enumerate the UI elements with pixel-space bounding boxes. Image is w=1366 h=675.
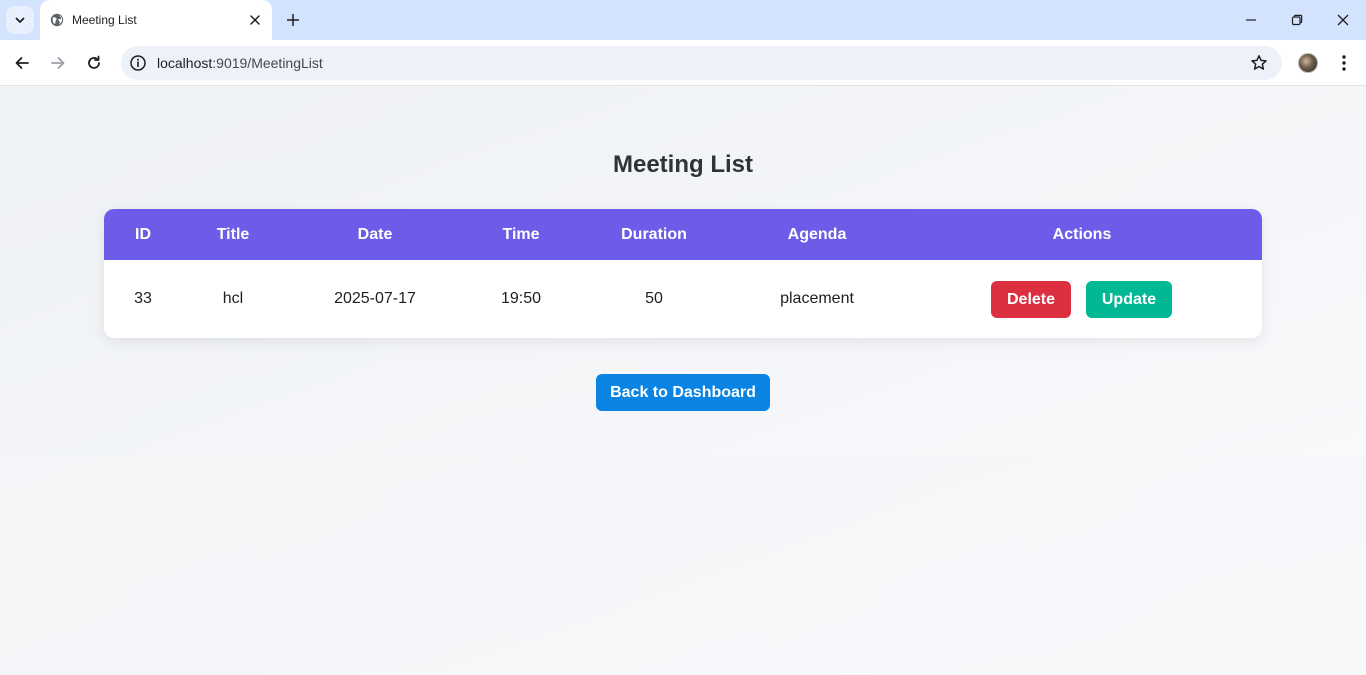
- column-header-time: Time: [502, 226, 540, 243]
- star-icon[interactable]: [1250, 54, 1268, 72]
- column-header-agenda: Agenda: [787, 226, 847, 243]
- page-title: Meeting List: [612, 151, 753, 178]
- browser-menu-button[interactable]: [1332, 51, 1356, 75]
- globe-icon: [50, 13, 64, 27]
- back-to-dashboard-button[interactable]: Back to Dashboard: [596, 374, 770, 411]
- plus-icon: [287, 14, 299, 26]
- new-tab-button[interactable]: [282, 9, 304, 31]
- reload-icon: [88, 55, 100, 69]
- address-bar[interactable]: localhost:9019/MeetingList: [121, 46, 1282, 80]
- cell-duration: 50: [645, 290, 663, 307]
- close-icon: [250, 15, 260, 25]
- profile-avatar[interactable]: [1298, 53, 1318, 73]
- column-header-duration: Duration: [621, 226, 687, 243]
- column-header-actions: Actions: [1052, 226, 1112, 243]
- url-path: :9019/MeetingList: [212, 55, 323, 71]
- minimize-icon: [1246, 19, 1256, 21]
- cell-id: 33: [134, 290, 152, 307]
- chevron-down-icon: [15, 17, 25, 23]
- url-host: localhost: [157, 55, 213, 71]
- delete-button[interactable]: Delete: [991, 281, 1071, 318]
- restore-icon: [1291, 14, 1303, 26]
- tab-strip: Meeting List: [0, 0, 1366, 40]
- back-button[interactable]: [6, 47, 38, 79]
- column-header-title: Title: [216, 226, 250, 243]
- page-body: Meeting List ID Title Date Time Duration…: [0, 87, 1366, 675]
- cell-date: 2025-07-17: [334, 290, 416, 307]
- table-row: 33 hcl 2025-07-17 19:50 50 placement Del…: [104, 260, 1262, 338]
- column-header-id: ID: [135, 226, 151, 243]
- update-button[interactable]: Update: [1086, 281, 1172, 318]
- cell-agenda: placement: [780, 290, 854, 307]
- close-icon: [1337, 14, 1349, 26]
- content-container: Meeting List ID Title Date Time Duration…: [0, 87, 1366, 456]
- reload-button[interactable]: [78, 47, 110, 79]
- cell-title: hcl: [222, 290, 244, 307]
- column-header-date: Date: [357, 226, 393, 243]
- arrow-right-icon: [51, 57, 65, 69]
- arrow-left-icon: [15, 57, 29, 69]
- browser-toolbar: localhost:9019/MeetingList: [0, 40, 1366, 86]
- info-icon[interactable]: [129, 54, 147, 72]
- close-window-button[interactable]: [1320, 0, 1366, 40]
- tab-title: Meeting List: [72, 13, 137, 27]
- url-text[interactable]: localhost:9019/MeetingList: [157, 55, 323, 71]
- tab-close-button[interactable]: [246, 11, 264, 29]
- restore-button[interactable]: [1274, 0, 1320, 40]
- active-tab[interactable]: Meeting List: [40, 0, 272, 40]
- meetings-table: ID Title Date Time Duration Agenda Actio…: [104, 209, 1262, 338]
- minimize-button[interactable]: [1228, 0, 1274, 40]
- tab-search-button[interactable]: [6, 6, 34, 34]
- forward-button[interactable]: [42, 47, 74, 79]
- cell-time: 19:50: [500, 290, 542, 307]
- table-header: ID Title Date Time Duration Agenda Actio…: [104, 209, 1262, 260]
- more-vert-icon: [1342, 55, 1346, 71]
